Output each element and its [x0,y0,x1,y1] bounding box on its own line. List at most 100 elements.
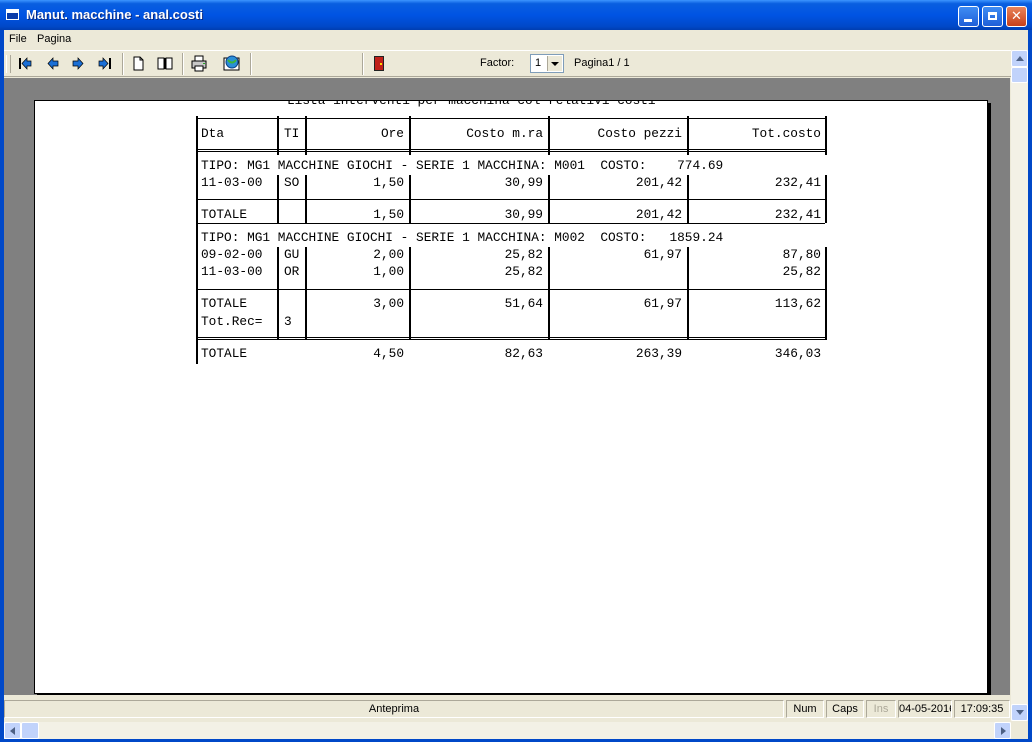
exit-door-icon [374,56,384,71]
close-icon: ✕ [1011,9,1022,24]
window-title: Manut. macchine - anal.costi [26,7,203,22]
table-rule [198,149,825,154]
cell-ti: GU [284,247,300,262]
scroll-right-button[interactable] [994,722,1011,739]
status-time: 17:09:35 [954,700,1010,718]
app-window-icon[interactable] [6,9,19,20]
total-costo-mra: 51,64 [504,296,543,311]
vertical-scroll-thumb[interactable] [1011,67,1028,83]
cell-costo-mra: 30,99 [504,175,543,190]
status-caps-lock: Caps [826,700,864,718]
cell-costo-mra: 25,82 [504,247,543,262]
menu-bar: File Pagina [0,30,1032,49]
header-ti: TI [284,126,300,141]
header-dta: Dta [201,126,225,141]
exit-button[interactable] [368,53,390,74]
next-page-button[interactable] [67,53,89,74]
last-page-button[interactable] [94,53,116,74]
vertical-scrollbar[interactable] [1011,50,1028,721]
restore-icon [988,12,997,20]
app-window: Manut. macchine - anal.costi ✕ File Pagi… [0,0,1032,742]
horizontal-scrollbar[interactable] [4,722,1011,739]
column-divider [825,116,827,155]
total-costo-pezzi: 61,97 [643,296,682,311]
grand-total-costo-mra: 82,63 [504,346,543,361]
table-rule [198,289,825,290]
status-date: 04-05-2016 [898,700,952,718]
rec-count-value: 3 [284,314,292,329]
cell-tot-costo: 25,82 [782,264,821,279]
status-message: Anteprima [4,700,784,718]
export-button[interactable] [221,53,243,74]
factor-value: 1 [535,57,542,69]
cell-tot-costo: 87,80 [782,247,821,262]
cell-ore: 1,50 [373,175,404,190]
cell-tot-costo: 232,41 [774,175,821,190]
scrollbar-corner [1011,722,1028,739]
minimize-icon [964,19,972,22]
total-tot-costo: 113,62 [774,296,821,311]
table-rule [198,337,825,342]
horizontal-scroll-thumb[interactable] [21,722,39,739]
header-costo-mra: Costo m.ra [466,126,543,141]
maximize-button[interactable] [982,6,1003,27]
report-title: Lista interventi per macchina col relati… [287,100,656,108]
print-button[interactable] [188,53,210,74]
cell-ore: 1,00 [373,264,404,279]
column-divider [548,247,550,340]
factor-dropdown[interactable]: 1 [530,54,564,73]
menu-pagina[interactable]: Pagina [37,33,71,45]
last-page-icon [98,57,111,70]
column-divider [825,175,827,223]
menu-file[interactable]: File [9,33,27,45]
cell-dta: 11-03-00 [201,175,263,190]
toolbar: Factor: 1 Pagina1 / 1 [4,50,1011,77]
cell-costo-mra: 25,82 [504,264,543,279]
column-divider [277,247,279,340]
status-num-lock: Num [786,700,824,718]
report: Lista interventi per macchina col relati… [35,101,987,693]
status-insert: Ins [866,700,896,718]
print-preview-area[interactable]: Lista interventi per macchina col relati… [4,78,1010,695]
page-indicator: Pagina1 / 1 [574,57,630,69]
status-bar: Anteprima Num Caps Ins 04-05-2016 17:09:… [4,698,1011,720]
globe-export-icon [223,55,240,71]
first-page-button[interactable] [14,53,36,74]
cell-dta: 09-02-00 [201,247,263,262]
previous-page-button[interactable] [42,53,64,74]
arrow-right-icon [72,57,84,70]
window-frame-right [1028,30,1032,742]
toolbar-separator [182,53,184,75]
total-ore: 3,00 [373,296,404,311]
toolbar-grip[interactable] [6,55,11,73]
rec-count-label: Tot.Rec= [201,314,263,329]
total-costo-mra: 30,99 [504,207,543,222]
total-costo-pezzi: 201,42 [635,207,682,222]
factor-label: Factor: [480,57,515,69]
first-page-icon [19,57,32,70]
grand-total-ore: 4,50 [373,346,404,361]
total-ore: 1,50 [373,207,404,222]
two-pages-button[interactable] [154,53,176,74]
table-rule [198,223,825,224]
scroll-left-button[interactable] [4,722,21,739]
chevron-down-icon[interactable] [547,56,562,71]
header-tot-costo: Tot.costo [751,126,821,141]
open-book-icon [157,57,173,70]
title-bar[interactable]: Manut. macchine - anal.costi ✕ [0,0,1032,30]
printer-icon [191,55,207,72]
preview-page: Lista interventi per macchina col relati… [34,100,988,694]
toolbar-separator [362,53,364,75]
single-page-button[interactable] [127,53,149,74]
cell-ti: SO [284,175,300,190]
grand-total-tot-costo: 346,03 [774,346,821,361]
header-ore: Ore [380,126,404,141]
scroll-down-button[interactable] [1011,704,1028,721]
close-button[interactable]: ✕ [1006,6,1027,27]
grand-total-costo-pezzi: 263,39 [635,346,682,361]
column-divider [409,247,411,340]
total-tot-costo: 232,41 [774,207,821,222]
minimize-button[interactable] [958,6,979,27]
scroll-up-button[interactable] [1011,50,1028,67]
group-header: TIPO: MG1 MACCHINE GIOCHI - SERIE 1 MACC… [201,230,724,245]
